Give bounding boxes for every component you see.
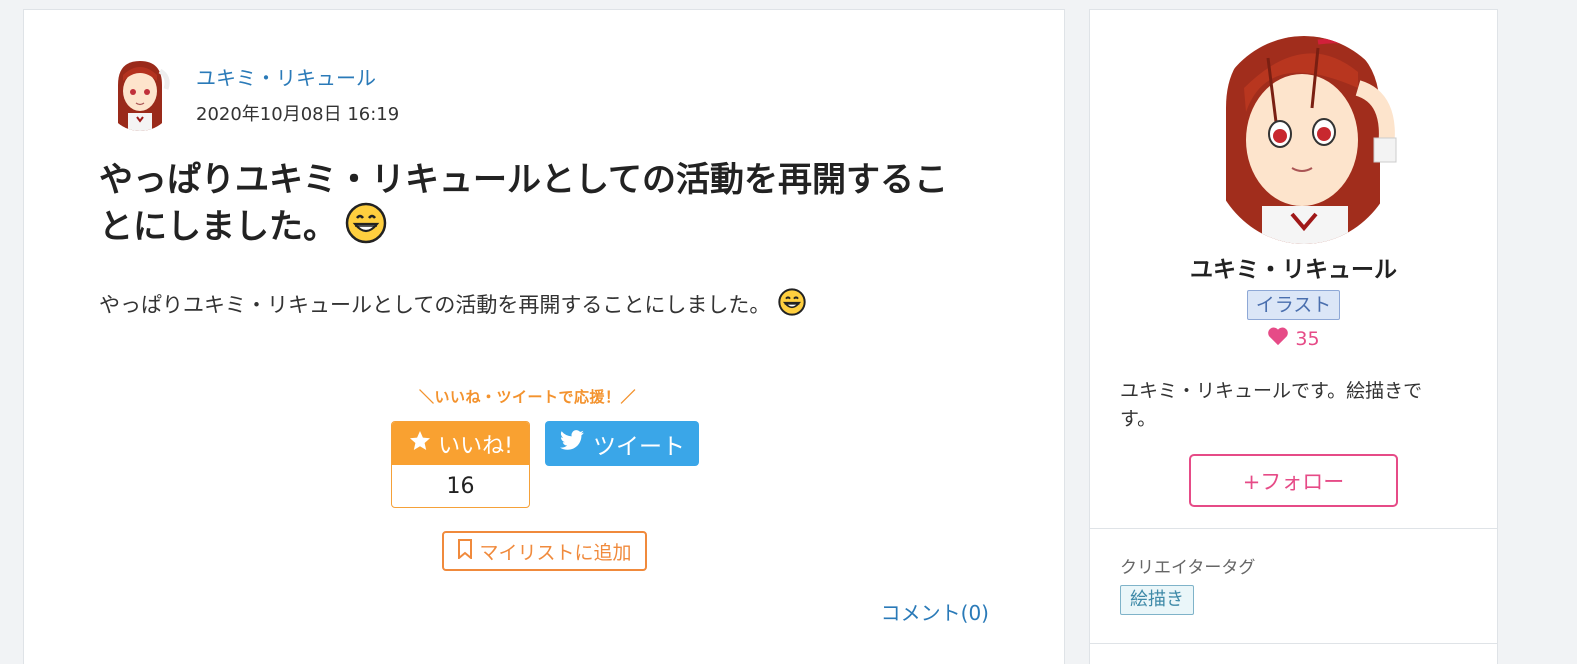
genre-badge[interactable]: イラスト [1247,290,1340,320]
divider [1090,643,1497,644]
add-to-mylist-button[interactable]: マイリストに追加 [442,531,647,571]
tweet-label: ツイート [593,433,685,460]
divider [1090,528,1497,529]
creator-name: ユキミ・リキュール [1190,257,1397,283]
creator-sidebar: ユキミ・リキュール イラスト 35 ユキミ・リキュールです。絵描きです。 +フォ… [1089,9,1498,664]
tweet-button[interactable]: ツイート [545,421,699,466]
like-widget: いいね! 16 [391,421,530,508]
grinning-face-emoji-icon [345,202,387,255]
creator-avatar[interactable] [1208,28,1400,244]
creator-bio: ユキミ・リキュールです。絵描きです。 [1120,380,1423,430]
creator-tags-heading: クリエイタータグ [1120,558,1256,578]
twitter-bird-icon [559,429,585,458]
creator-tag[interactable]: 絵描き [1120,585,1194,615]
post-body-text: やっぱりユキミ・リキュールとしての活動を再開することにしました。 [99,293,771,317]
comments-link[interactable]: コメント(0) [881,597,989,626]
like-button[interactable]: いいね! [392,422,529,465]
favorite-count: 35 [1090,326,1497,351]
post-title: やっぱりユキミ・リキュールとしての活動を再開することにしました。 [99,158,979,255]
post-body: やっぱりユキミ・リキュールとしての活動を再開することにしました。 [99,288,999,324]
like-label: いいね! [438,433,513,459]
like-count: 16 [446,474,475,499]
grinning-face-emoji-icon [778,288,807,324]
favorite-count-value: 35 [1295,327,1320,350]
post-card: ユキミ・リキュール 2020年10月08日 16:19 やっぱりユキミ・リキュー… [23,9,1065,664]
post-date: 2020年10月08日 16:19 [196,104,400,125]
post-title-text: やっぱりユキミ・リキュールとしての活動を再開することにしました。 [99,160,948,247]
bookmark-icon [457,538,473,564]
cheer-message: ＼いいね・ツイートで応援！／ [419,388,637,406]
star-icon [408,429,432,459]
follow-button[interactable]: +フォロー [1189,454,1398,507]
author-avatar[interactable] [104,55,176,131]
mylist-label: マイリストに追加 [479,541,632,564]
heart-icon [1267,326,1289,351]
author-name-link[interactable]: ユキミ・リキュール [196,62,376,91]
